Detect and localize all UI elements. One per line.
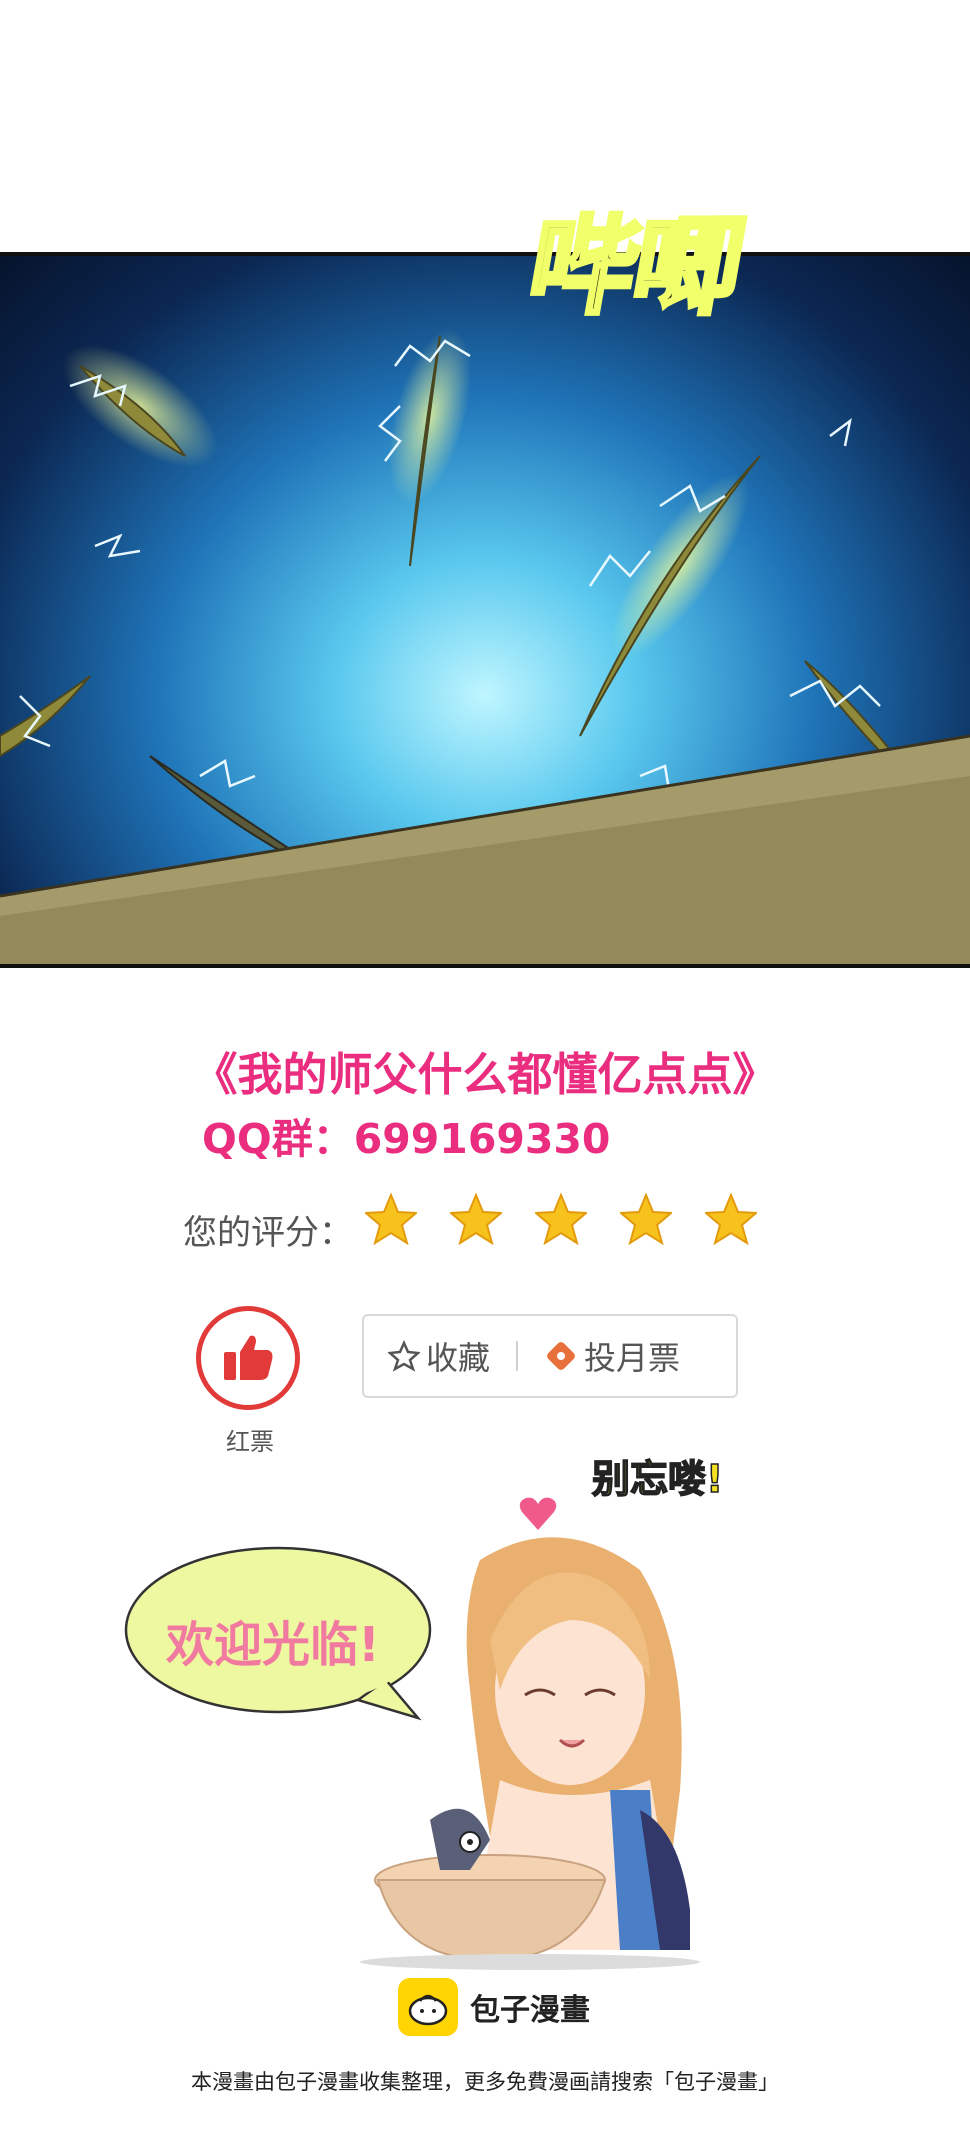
- ticket-icon: [547, 1342, 575, 1370]
- vote-button[interactable]: 投月票: [544, 1333, 680, 1379]
- red-ticket-button[interactable]: [196, 1306, 300, 1410]
- brand-logo-block[interactable]: 包子漫畫: [398, 1978, 590, 2036]
- comic-title: 《我的师父什么都懂亿点点》: [192, 1048, 778, 1101]
- vote-label: 投月票: [584, 1339, 681, 1377]
- bun-logo-icon: [398, 1978, 458, 2036]
- thumbs-up-icon: [224, 1335, 273, 1380]
- star-icon[interactable]: [365, 1192, 417, 1248]
- star-icon[interactable]: [705, 1192, 757, 1248]
- star-outline-icon: [388, 1340, 420, 1372]
- star-icon[interactable]: [620, 1192, 672, 1248]
- red-ticket-label: 红票: [226, 1428, 274, 1456]
- sound-effect-text: 哔唧: [517, 203, 751, 332]
- favorite-label: 收藏: [426, 1339, 491, 1377]
- comic-panel: [0, 252, 970, 968]
- favorite-button[interactable]: 收藏: [388, 1333, 490, 1379]
- brand-name: 包子漫畫: [470, 1993, 590, 2028]
- divider: [516, 1341, 519, 1371]
- action-bar: 收藏 投月票: [362, 1314, 738, 1398]
- qq-group: QQ群：699169330: [202, 1115, 611, 1163]
- star-icon[interactable]: [450, 1192, 502, 1248]
- rating-label: 您的评分：: [183, 1213, 353, 1253]
- star-rating[interactable]: [365, 1192, 757, 1248]
- footer-notice: 本漫畫由包子漫畫收集整理，更多免費漫画請搜索「包子漫畫」: [191, 2070, 779, 2094]
- comic-art: [0, 328, 970, 964]
- mascot-character: [360, 1537, 700, 1970]
- star-icon[interactable]: [535, 1192, 587, 1248]
